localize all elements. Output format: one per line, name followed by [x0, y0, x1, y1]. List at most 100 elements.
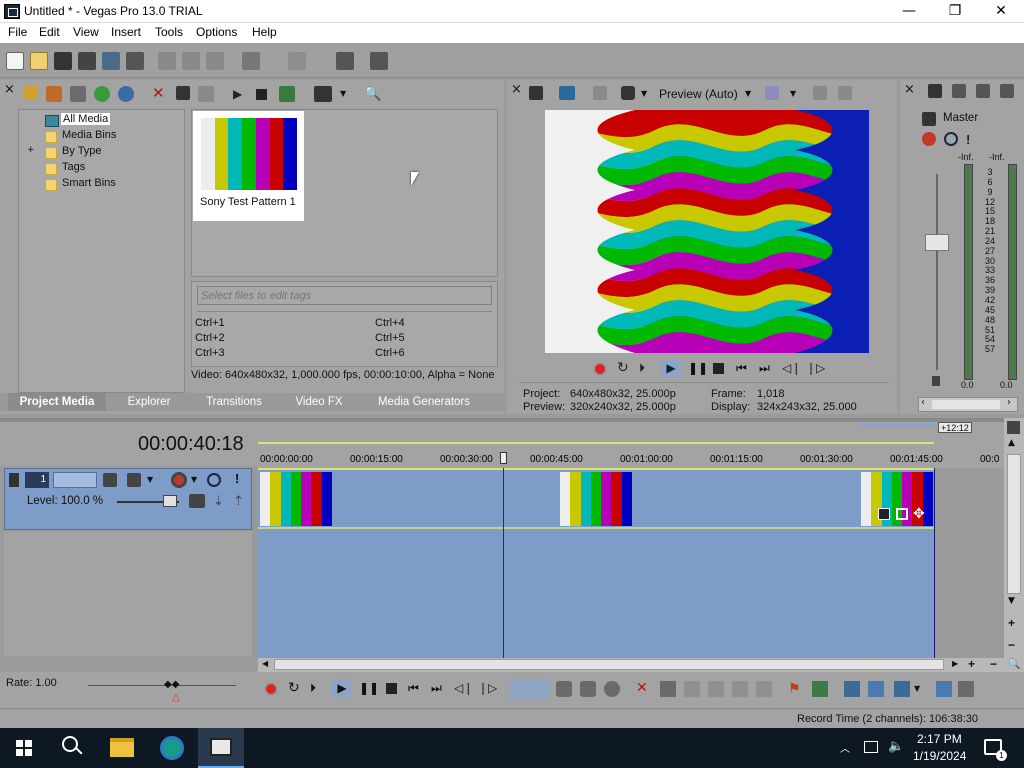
- preview-properties-icon[interactable]: [529, 86, 543, 100]
- views-dropdown-icon[interactable]: ▼: [340, 89, 346, 98]
- tree-item-smart-bins[interactable]: Smart Bins: [62, 177, 116, 189]
- record-icon[interactable]: [593, 362, 607, 376]
- zoom-edit-tool-icon[interactable]: [604, 681, 620, 697]
- rate-reset-marker[interactable]: △: [172, 692, 180, 703]
- video-event-clip-1[interactable]: [260, 472, 332, 526]
- edge-browser-icon[interactable]: [160, 736, 184, 760]
- tab-explorer[interactable]: Explorer: [110, 393, 188, 411]
- video-fx-icon[interactable]: [593, 86, 607, 100]
- tab-project-media[interactable]: Project Media: [8, 393, 106, 411]
- zoom-out-vertical-icon[interactable]: −: [1008, 638, 1015, 652]
- expand-keyframes-icon[interactable]: ⇣: [213, 494, 224, 509]
- scroll-left-icon[interactable]: ◀: [262, 659, 268, 668]
- master-properties-icon[interactable]: [922, 112, 936, 126]
- close-panel-icon[interactable]: ×: [904, 83, 915, 96]
- copy-snapshot-icon[interactable]: [813, 86, 827, 100]
- loop-playback-icon[interactable]: ↻: [617, 360, 629, 376]
- expand-by-type-icon[interactable]: +: [27, 145, 35, 155]
- undo-icon[interactable]: [242, 52, 260, 70]
- preview-quality-dropdown-icon[interactable]: ▼: [745, 89, 751, 98]
- trim-start-icon[interactable]: [684, 681, 700, 697]
- auto-preview-icon[interactable]: [279, 86, 295, 102]
- volume-icon[interactable]: 🔈: [888, 739, 904, 754]
- record-icon[interactable]: [264, 682, 278, 696]
- crossfade-dropdown-icon[interactable]: ▼: [914, 684, 920, 693]
- solo-icon[interactable]: !: [966, 132, 970, 147]
- open-folder-icon[interactable]: [30, 52, 48, 70]
- lock-icon[interactable]: [932, 376, 940, 386]
- scroll-left-icon[interactable]: ‹: [921, 397, 925, 408]
- go-to-start-icon[interactable]: ⏮: [736, 361, 747, 376]
- next-frame-icon[interactable]: ❘▷: [806, 361, 825, 375]
- normal-edit-tool-icon[interactable]: [510, 679, 550, 699]
- track-minimize-icon[interactable]: [9, 473, 19, 487]
- previous-frame-icon[interactable]: ◁❘: [782, 361, 801, 375]
- mixer-scrollbar[interactable]: ‹ ›: [918, 397, 1018, 412]
- media-item-sony-test-pattern[interactable]: Sony Test Pattern 1: [193, 111, 304, 221]
- menu-options[interactable]: Options: [196, 25, 237, 39]
- downmix-icon[interactable]: [952, 84, 966, 98]
- stop-icon[interactable]: [713, 363, 724, 374]
- stop-media-icon[interactable]: [256, 89, 267, 100]
- vertical-scroll-thumb[interactable]: [1007, 454, 1021, 594]
- auto-crossfades-icon[interactable]: [894, 681, 910, 697]
- start-button-icon[interactable]: [16, 740, 32, 756]
- insert-region-icon[interactable]: [812, 681, 828, 697]
- zoom-in-horizontal-icon[interactable]: +: [968, 657, 975, 671]
- master-volume-fader[interactable]: [925, 234, 949, 251]
- ignore-event-grouping-icon[interactable]: [958, 681, 974, 697]
- split-screen-dropdown-icon[interactable]: ▼: [641, 89, 647, 98]
- lock-event-icon[interactable]: [756, 681, 772, 697]
- delete-icon[interactable]: ✕: [636, 680, 648, 696]
- minimize-button[interactable]: —: [886, 0, 932, 23]
- media-properties-icon[interactable]: [118, 86, 134, 102]
- menu-view[interactable]: View: [73, 25, 99, 39]
- compositing-dropdown-icon[interactable]: ▼: [147, 475, 153, 484]
- tree-item-by-type[interactable]: By Type: [62, 145, 102, 157]
- loop-region-bar[interactable]: [860, 424, 935, 426]
- pause-icon[interactable]: ❚❚: [359, 681, 379, 695]
- generate-proxy-icon[interactable]: [198, 86, 214, 102]
- scroll-thumb[interactable]: [932, 400, 1000, 409]
- lock-envelopes-icon[interactable]: [936, 681, 952, 697]
- track-fx-dropdown-icon[interactable]: ▼: [191, 475, 197, 484]
- menu-edit[interactable]: Edit: [39, 25, 60, 39]
- render-icon[interactable]: [102, 52, 120, 70]
- remove-unused-media-icon[interactable]: [94, 86, 110, 102]
- overlays-icon[interactable]: [765, 86, 779, 100]
- marker-flag-icon[interactable]: [1007, 421, 1020, 434]
- next-frame-icon[interactable]: ❘▷: [478, 681, 497, 695]
- timeline-horizontal-scrollbar[interactable]: ◀ ▶ + − 🔍: [258, 657, 1024, 672]
- tree-item-media-bins[interactable]: Media Bins: [62, 129, 116, 141]
- tree-item-tags[interactable]: Tags: [62, 161, 85, 173]
- file-explorer-icon[interactable]: [110, 738, 134, 757]
- close-panel-icon[interactable]: ×: [4, 83, 18, 98]
- capture-video-icon[interactable]: [46, 86, 62, 102]
- envelope-tool-icon[interactable]: [556, 681, 572, 697]
- trim-end-icon[interactable]: [708, 681, 724, 697]
- save-snapshot-icon[interactable]: [838, 86, 852, 100]
- overlays-dropdown-icon[interactable]: ▼: [790, 89, 796, 98]
- track-name-field[interactable]: [53, 472, 97, 488]
- compositing-mode-icon[interactable]: [127, 473, 141, 487]
- video-event-clip-2[interactable]: [560, 472, 632, 526]
- whats-this-help-icon[interactable]: [370, 52, 388, 70]
- go-to-end-icon[interactable]: ⏭: [431, 681, 442, 696]
- play-media-icon[interactable]: ▶: [233, 87, 242, 101]
- automation-icon[interactable]: [189, 494, 205, 508]
- tab-transitions[interactable]: Transitions: [192, 393, 276, 411]
- track-fx-icon[interactable]: [171, 472, 187, 488]
- mute-track-icon[interactable]: [207, 473, 221, 487]
- maximize-button[interactable]: ❐: [932, 0, 978, 23]
- redo-icon[interactable]: [288, 52, 306, 70]
- dim-output-icon[interactable]: [976, 84, 990, 98]
- clock-time[interactable]: 2:17 PM: [917, 732, 962, 746]
- level-slider[interactable]: [163, 495, 177, 507]
- scroll-right-icon[interactable]: ›: [1007, 397, 1011, 408]
- external-monitor-icon[interactable]: [559, 86, 575, 100]
- time-ruler[interactable]: +12:12 00:00:00:00 00:00:15:00 00:00:30:…: [258, 422, 1004, 468]
- mixer-properties-icon[interactable]: [928, 84, 942, 98]
- split-icon[interactable]: [732, 681, 748, 697]
- scroll-down-icon[interactable]: ▼: [1008, 596, 1015, 606]
- tree-item-all-media[interactable]: All Media: [61, 113, 111, 125]
